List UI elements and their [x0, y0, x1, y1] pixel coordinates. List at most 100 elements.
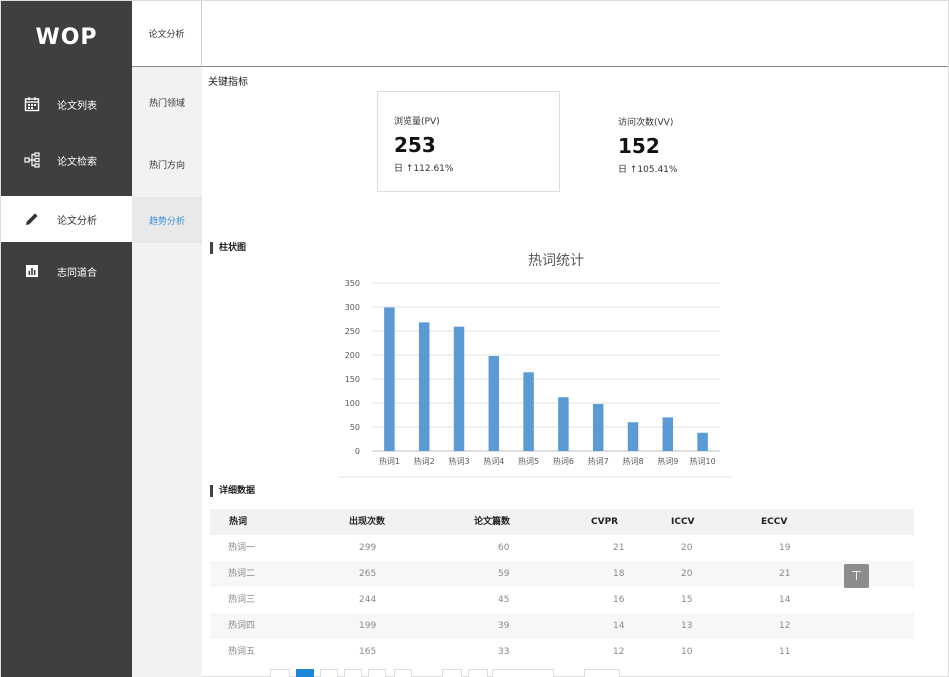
cell-count: 199 [359, 621, 377, 631]
page-size-select[interactable] [492, 669, 554, 677]
back-to-top-button[interactable]: ⊤ [844, 564, 869, 588]
cell-iccv: 10 [681, 647, 693, 657]
page-jump-input[interactable] [584, 669, 620, 677]
pencil-icon [23, 211, 41, 227]
sidebar-item-paper-search[interactable]: 论文检索 [1, 137, 132, 183]
pagination [210, 669, 630, 677]
sidebar-item-paper-list[interactable]: 论文列表 [1, 81, 132, 127]
cell-cvpr: 21 [613, 543, 625, 553]
cell-cvpr: 16 [613, 595, 625, 605]
subnav-header: 论文分析 [132, 1, 202, 67]
pagination-page-button[interactable] [296, 669, 314, 677]
pagination-page-button[interactable] [320, 669, 338, 677]
cell-eccv: 14 [779, 595, 791, 605]
column-header[interactable]: 出现次数 [349, 509, 385, 535]
app-root: WOP 论文列表 论文检索 论文分析 志同道合 论文分析 热门领域 热门方向 趋… [0, 0, 949, 677]
subnav-item-trend-analysis[interactable]: 趋势分析 [132, 197, 202, 243]
pagination-page-button[interactable] [394, 669, 412, 677]
cell-iccv: 20 [681, 569, 693, 579]
cell-papers: 60 [498, 543, 510, 553]
cell-word: 热词三 [228, 595, 256, 605]
kpi-card-pv: 浏览量(PV) 253 日 ↑112.61% [377, 91, 560, 192]
column-header[interactable]: ICCV [671, 509, 695, 535]
table-row: 热词五 165 33 12 10 11 [210, 639, 914, 665]
column-header[interactable]: CVPR [591, 509, 618, 535]
x-tick-label: 热词6 [553, 456, 574, 466]
x-tick-label: 热词5 [518, 456, 539, 466]
cell-papers: 39 [498, 621, 510, 631]
pagination-page-button[interactable] [344, 669, 362, 677]
x-tick-label: 热词3 [448, 456, 469, 466]
y-tick-label: 200 [345, 351, 360, 360]
table-section-title: 详细数据 [210, 485, 255, 497]
cell-papers: 59 [498, 569, 510, 579]
y-tick-label: 150 [345, 375, 360, 384]
pagination-page-button[interactable] [368, 669, 386, 677]
bar [558, 397, 569, 451]
app-logo[interactable]: WOP [1, 1, 132, 73]
sidebar-item-like-minded[interactable]: 志同道合 [1, 248, 132, 294]
bar [627, 422, 639, 451]
bar [662, 417, 674, 451]
kpi-change: 日 ↑112.61% [394, 164, 454, 174]
subnav-item-hot-directions[interactable]: 热门方向 [132, 141, 202, 187]
detail-table: 热词 出现次数 论文篇数 CVPR ICCV ECCV 热词一 299 60 2… [210, 509, 914, 665]
sidebar-item-label: 论文列表 [57, 100, 97, 112]
x-tick-label: 热词8 [622, 456, 643, 466]
column-header[interactable]: ECCV [761, 509, 787, 535]
cell-iccv: 13 [681, 621, 693, 631]
column-header[interactable]: 热词 [229, 509, 247, 535]
kpi-card-vv: 访问次数(VV) 152 日 ↑105.41% [602, 91, 785, 192]
y-tick-label: 300 [345, 303, 360, 312]
column-header[interactable]: 论文篇数 [474, 509, 510, 535]
cell-eccv: 21 [779, 569, 791, 579]
cell-word: 热词二 [228, 569, 256, 579]
sidebar: WOP 论文列表 论文检索 论文分析 志同道合 [1, 1, 132, 677]
cell-count: 165 [359, 647, 377, 657]
sidebar-item-paper-analysis[interactable]: 论文分析 [1, 196, 132, 242]
cell-eccv: 19 [779, 543, 791, 553]
bar-chart-icon [23, 263, 41, 279]
x-tick-label: 热词7 [588, 456, 609, 466]
y-tick-label: 0 [355, 447, 360, 456]
kpi-value: 253 [394, 133, 436, 157]
table-header-row: 热词 出现次数 论文篇数 CVPR ICCV ECCV [210, 509, 914, 535]
bar [592, 403, 604, 451]
sub-navigation: 论文分析 热门领域 热门方向 趋势分析 [132, 1, 202, 677]
y-tick-label: 100 [345, 399, 360, 408]
bar [488, 355, 500, 451]
table-row: 热词二 265 59 18 20 21 [210, 561, 914, 587]
bar [418, 322, 430, 451]
kpi-label: 访问次数(VV) [618, 118, 674, 128]
bar [384, 307, 395, 451]
x-tick-label: 热词4 [483, 456, 504, 466]
subnav-item-hot-fields[interactable]: 热门领域 [132, 79, 202, 125]
table-row: 热词四 199 39 14 13 12 [210, 613, 914, 639]
sidebar-item-label: 志同道合 [57, 267, 97, 279]
cell-papers: 33 [498, 647, 510, 657]
y-tick-label: 50 [350, 423, 360, 432]
subnav-list: 热门领域 热门方向 趋势分析 [132, 67, 202, 677]
hot-words-chart: 热词统计 0 50 100 150 200 250 300 350 热词1 热词2 热词3 热词4 热词5… [332, 247, 732, 479]
cell-cvpr: 18 [613, 569, 625, 579]
cell-eccv: 12 [779, 621, 791, 631]
y-tick-label: 250 [345, 327, 360, 336]
kpi-label: 浏览量(PV) [394, 117, 440, 127]
bar [453, 326, 465, 451]
cell-cvpr: 12 [613, 647, 625, 657]
top-header [202, 1, 948, 67]
cell-iccv: 15 [681, 595, 693, 605]
pagination-prev-button[interactable] [270, 669, 290, 677]
chart-section-title: 柱状图 [210, 242, 246, 254]
cell-eccv: 11 [779, 647, 791, 657]
pagination-next-button[interactable] [468, 669, 488, 677]
sidebar-item-label: 论文分析 [57, 215, 97, 227]
sitemap-icon [23, 152, 41, 168]
pagination-page-button[interactable] [442, 669, 462, 677]
cell-count: 299 [359, 543, 377, 553]
x-tick-label: 热词2 [414, 456, 435, 466]
x-tick-label: 热词9 [657, 456, 678, 466]
bar [697, 432, 708, 451]
chart-title: 热词统计 [528, 253, 584, 269]
x-tick-label: 热词1 [379, 456, 400, 466]
